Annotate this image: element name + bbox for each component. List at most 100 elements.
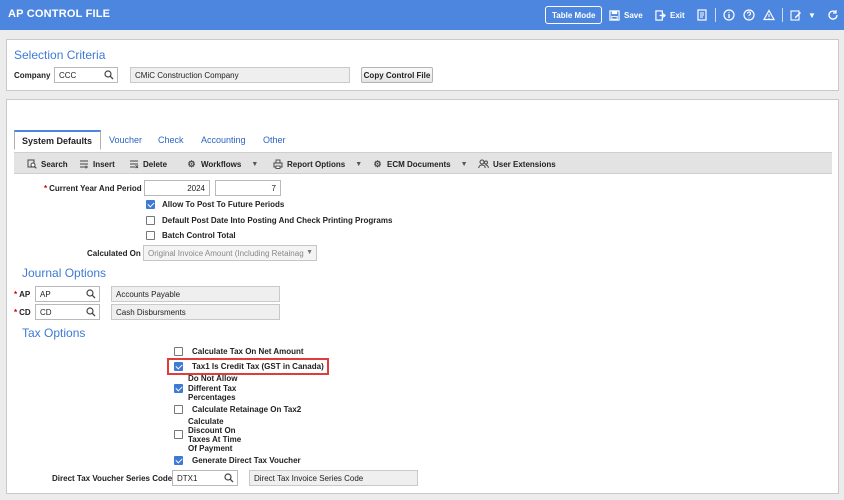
search-icon[interactable]	[104, 70, 114, 80]
series-code-label: Direct Tax Voucher Series Code	[52, 474, 173, 483]
toolbar-divider	[715, 8, 716, 22]
calc-discount-label-3: Taxes At Time	[188, 435, 242, 444]
search-icon	[26, 159, 37, 170]
batch-control-total-label: Batch Control Total	[162, 231, 236, 240]
calculated-on-label: Calculated On	[87, 249, 141, 258]
no-diff-tax-label-1: Do Not Allow	[188, 374, 238, 383]
user-extensions-label: User Extensions	[493, 159, 556, 169]
workflows-label: Workflows	[201, 159, 242, 169]
chevron-down-icon[interactable]: ▼	[805, 8, 819, 22]
calculated-on-select[interactable]: Original Invoice Amount (Including Retai…	[143, 245, 317, 261]
company-value: CCC	[59, 70, 77, 80]
default-post-date-checkbox[interactable]	[146, 216, 155, 225]
calculated-on-value: Original Invoice Amount (Including Retai…	[148, 248, 304, 258]
chevron-down-icon: ▼	[460, 160, 468, 168]
search-icon[interactable]	[86, 307, 96, 317]
search-icon[interactable]	[86, 289, 96, 299]
series-code-input[interactable]: DTX1	[172, 470, 238, 486]
series-code-value: DTX1	[177, 473, 198, 483]
warning-icon[interactable]	[762, 8, 776, 22]
printer-icon	[272, 159, 283, 170]
calc-tax-net-amount-label: Calculate Tax On Net Amount	[192, 347, 304, 356]
info-icon[interactable]	[722, 8, 736, 22]
table-mode-button[interactable]: Table Mode	[545, 6, 603, 24]
company-input[interactable]: CCC	[54, 67, 118, 83]
tab-system-defaults[interactable]: System Defaults	[14, 130, 101, 150]
action-toolbar: Search Insert Delete ⚙ Workflows ▼ Repor…	[14, 152, 832, 174]
cd-label: * CD	[14, 308, 31, 317]
insert-icon	[78, 159, 89, 170]
exit-label: Exit	[670, 10, 685, 20]
cd-journal-description: Cash Disbursments	[111, 304, 280, 320]
edit-icon[interactable]	[789, 8, 803, 22]
help-icon[interactable]	[742, 8, 756, 22]
chevron-down-icon: ▼	[306, 249, 313, 256]
report-options-label: Report Options	[287, 159, 346, 169]
ap-journal-input[interactable]: AP	[35, 286, 100, 302]
allow-future-periods-checkbox[interactable]	[146, 200, 155, 209]
period-input[interactable]: 7	[215, 180, 281, 196]
tax1-credit-tax-label: Tax1 Is Credit Tax (GST in Canada)	[192, 362, 324, 371]
ap-label: * AP	[14, 290, 31, 299]
refresh-icon[interactable]	[826, 8, 840, 22]
page-title: AP CONTROL FILE	[8, 8, 111, 20]
no-diff-tax-label-3: Percentages	[188, 393, 236, 402]
search-label: Search	[41, 159, 68, 169]
year-input[interactable]: 2024	[144, 180, 210, 196]
title-bar: AP CONTROL FILE Table Mode Save Exit ▼	[0, 0, 844, 30]
company-label: Company	[14, 71, 51, 80]
selection-criteria-panel	[6, 39, 839, 91]
generate-direct-tax-voucher-label: Generate Direct Tax Voucher	[192, 456, 301, 465]
workflows-button[interactable]: ⚙ Workflows ▼	[186, 157, 258, 171]
tax1-credit-tax-checkbox[interactable]	[174, 362, 183, 371]
calc-discount-label-4: Of Payment	[188, 444, 233, 453]
insert-button[interactable]: Insert	[78, 157, 115, 171]
selection-criteria-title: Selection Criteria	[14, 48, 106, 62]
tab-accounting[interactable]: Accounting	[194, 130, 253, 150]
year-period-label: * Current Year And Period	[44, 184, 142, 193]
no-diff-tax-label-2: Different Tax	[188, 384, 237, 393]
search-icon[interactable]	[224, 473, 234, 483]
tab-check[interactable]: Check	[151, 130, 191, 150]
user-extensions-button[interactable]: User Extensions	[478, 157, 556, 171]
save-button[interactable]: Save	[609, 6, 643, 24]
calc-retainage-tax2-checkbox[interactable]	[174, 405, 183, 414]
calc-tax-net-amount-checkbox[interactable]	[174, 347, 183, 356]
insert-label: Insert	[93, 159, 115, 169]
exit-icon	[655, 9, 666, 21]
copy-control-file-button[interactable]: Copy Control File	[361, 67, 433, 83]
table-mode-label: Table Mode	[552, 10, 596, 20]
delete-button[interactable]: Delete	[128, 157, 167, 171]
report-options-button[interactable]: Report Options ▼	[272, 157, 362, 171]
tax-options-title: Tax Options	[22, 326, 86, 340]
ap-journal-description: Accounts Payable	[111, 286, 280, 302]
notes-icon[interactable]	[695, 8, 709, 22]
exit-button[interactable]: Exit	[655, 6, 685, 24]
cd-journal-input[interactable]: CD	[35, 304, 100, 320]
generate-direct-tax-voucher-checkbox[interactable]	[174, 456, 183, 465]
chevron-down-icon: ▼	[251, 160, 259, 168]
tab-other[interactable]: Other	[256, 130, 293, 150]
save-label: Save	[624, 10, 643, 20]
cd-journal-value: CD	[40, 307, 52, 317]
batch-control-total-checkbox[interactable]	[146, 231, 155, 240]
toolbar-divider	[782, 8, 783, 22]
chevron-down-icon: ▼	[355, 160, 363, 168]
no-diff-tax-percent-checkbox[interactable]	[174, 384, 183, 393]
calc-retainage-tax2-label: Calculate Retainage On Tax2	[192, 405, 302, 414]
search-button[interactable]: Search	[26, 157, 68, 171]
delete-label: Delete	[143, 159, 168, 169]
company-name-field: CMiC Construction Company	[130, 67, 350, 83]
ecm-documents-button[interactable]: ⚙ ECM Documents ▼	[372, 157, 468, 171]
gear-icon: ⚙	[187, 158, 196, 169]
series-code-description: Direct Tax Invoice Series Code	[249, 470, 418, 486]
users-icon	[478, 159, 489, 170]
journal-options-title: Journal Options	[22, 266, 107, 280]
default-post-date-label: Default Post Date Into Posting And Check…	[162, 216, 393, 225]
allow-future-periods-label: Allow To Post To Future Periods	[162, 200, 285, 209]
tab-voucher[interactable]: Voucher	[102, 130, 149, 150]
ecm-icon: ⚙	[373, 158, 382, 169]
save-icon	[609, 9, 620, 21]
ecm-documents-label: ECM Documents	[387, 159, 451, 169]
calc-discount-taxes-checkbox[interactable]	[174, 430, 183, 439]
